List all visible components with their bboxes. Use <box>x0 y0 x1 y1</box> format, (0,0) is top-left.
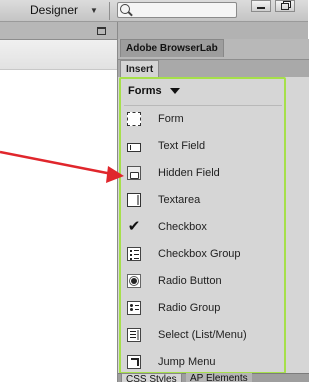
insert-item-label: Form <box>158 113 184 125</box>
tab-ap-elements[interactable]: AP Elements <box>186 373 252 382</box>
checkbox-icon: ✔ <box>127 218 141 235</box>
tab-label: CSS Styles <box>126 374 177 382</box>
tab-css-styles[interactable]: CSS Styles <box>121 373 182 382</box>
select-icon <box>127 328 141 342</box>
document-toolbar <box>0 40 117 70</box>
workspace-label: Designer <box>30 3 79 17</box>
restore-icon[interactable] <box>97 27 106 35</box>
workspace-switcher[interactable]: Designer ▼ <box>26 1 104 19</box>
tab-label: Insert <box>126 63 154 75</box>
tab-label: AP Elements <box>190 373 248 382</box>
triangle-down-icon <box>169 88 180 94</box>
insert-item-textarea[interactable]: Textarea <box>123 189 283 211</box>
insert-item-checkbox[interactable]: ✔ Checkbox <box>123 216 283 238</box>
document-canvas[interactable] <box>0 71 117 382</box>
form-icon <box>127 112 141 126</box>
insert-item-radio-group[interactable]: Radio Group <box>123 297 283 319</box>
insert-item-select[interactable]: Select (List/Menu) <box>123 324 283 346</box>
insert-item-label: Text Field <box>158 140 206 152</box>
insert-item-label: Textarea <box>158 194 201 206</box>
toolbar-divider <box>109 2 110 20</box>
insert-item-label: Select (List/Menu) <box>158 329 247 341</box>
textarea-icon <box>127 193 141 207</box>
insert-item-label: Checkbox Group <box>158 248 241 260</box>
application-bar: Designer ▼ <box>0 0 308 22</box>
tab-adobe-browserlab[interactable]: Adobe BrowserLab <box>120 39 224 57</box>
divider <box>124 105 282 106</box>
search-icon <box>120 4 130 14</box>
checkbox-group-icon <box>127 247 141 261</box>
hidden-field-icon <box>127 166 141 180</box>
panel-dock: Adobe BrowserLab Insert Forms Form Text … <box>117 22 309 382</box>
insert-item-label: Checkbox <box>158 221 207 233</box>
tab-label: Adobe BrowserLab <box>126 43 218 54</box>
insert-item-hidden-field[interactable]: Hidden Field <box>123 162 283 184</box>
chevron-down-icon: ▼ <box>90 5 98 15</box>
insert-panel: Forms Form Text Field Hidden Field Texta… <box>118 77 309 374</box>
document-header <box>0 22 117 40</box>
insert-item-label: Radio Button <box>158 275 222 287</box>
radio-button-icon <box>127 274 141 288</box>
insert-item-text-field[interactable]: Text Field <box>123 135 283 157</box>
text-field-icon <box>127 142 141 152</box>
insert-item-radio-button[interactable]: Radio Button <box>123 270 283 292</box>
category-label: Forms <box>128 85 162 97</box>
tab-insert[interactable]: Insert <box>120 60 160 77</box>
restore-button[interactable] <box>275 0 295 12</box>
insert-item-checkbox-group[interactable]: Checkbox Group <box>123 243 283 265</box>
insert-item-label: Hidden Field <box>158 167 220 179</box>
category-dropdown[interactable]: Forms <box>118 79 286 103</box>
insert-item-label: Radio Group <box>158 302 221 314</box>
restore-icon <box>281 2 289 10</box>
minimize-icon <box>257 6 265 9</box>
minimize-button[interactable] <box>251 0 271 12</box>
search-input[interactable] <box>134 3 234 17</box>
jump-menu-icon <box>127 355 141 369</box>
insert-item-jump-menu[interactable]: Jump Menu <box>123 351 283 373</box>
search-field[interactable] <box>117 2 237 18</box>
insert-item-label: Jump Menu <box>158 356 216 368</box>
radio-group-icon <box>127 301 141 315</box>
insert-item-form[interactable]: Form <box>123 108 283 130</box>
